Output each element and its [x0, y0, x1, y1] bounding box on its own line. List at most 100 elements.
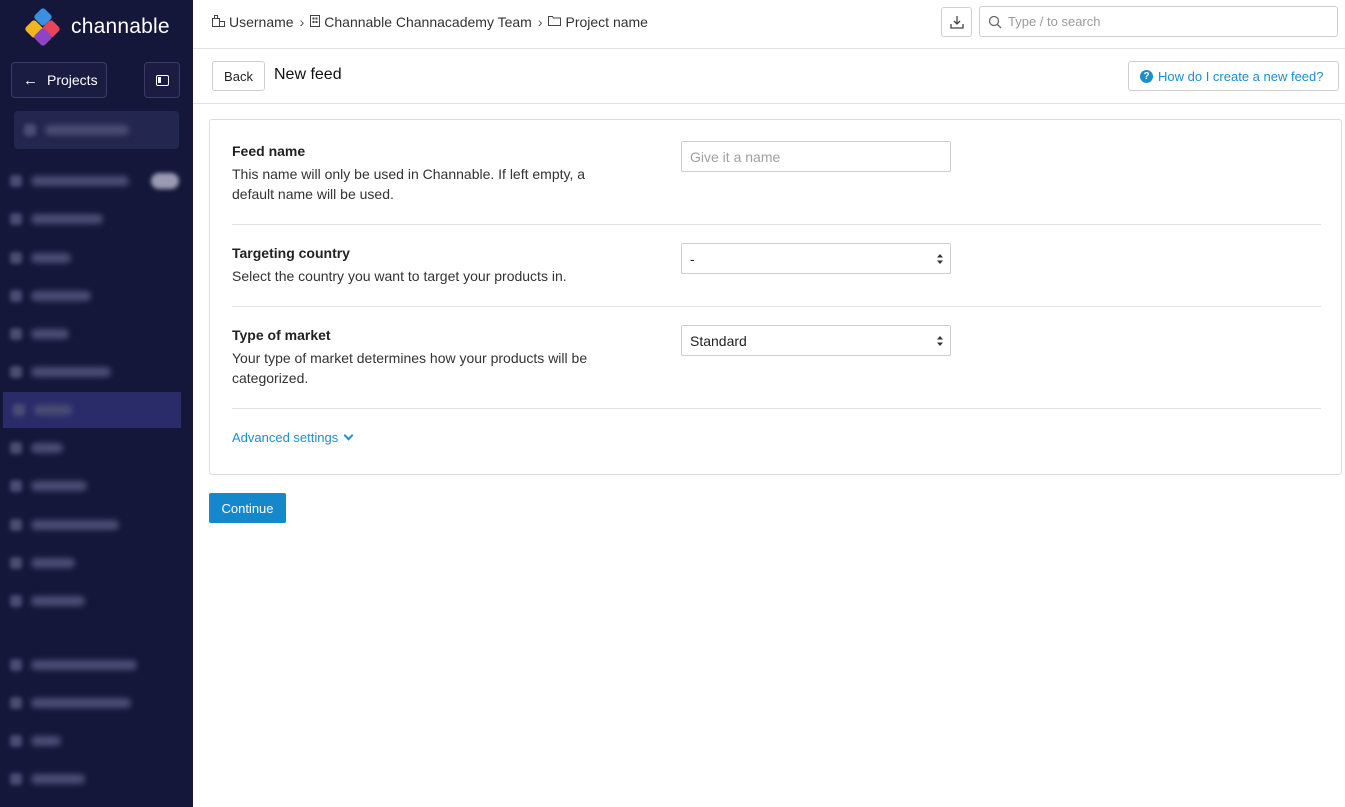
building-icon — [310, 14, 321, 30]
help-link-label: How do I create a new feed? — [1158, 68, 1324, 84]
sidebar-item-badge — [151, 173, 179, 189]
page-header: Back New feed ? How do I create a new fe… — [193, 49, 1345, 104]
help-circle-icon: ? — [1140, 69, 1153, 83]
divider — [232, 306, 1321, 307]
type-of-market-value: Standard — [690, 332, 747, 349]
breadcrumb: Username › Channable Channacademy Team ›… — [212, 14, 648, 30]
divider — [232, 408, 1321, 409]
sidebar-toggle-icon — [155, 74, 169, 86]
feed-name-input[interactable] — [682, 142, 950, 171]
nav-icon — [10, 773, 22, 785]
help-link-button[interactable]: ? How do I create a new feed? — [1128, 61, 1339, 91]
sidebar-item[interactable] — [0, 316, 193, 352]
sidebar-item-label — [31, 481, 87, 491]
channable-logo-icon — [24, 7, 62, 47]
sidebar-project-selector[interactable] — [14, 111, 179, 149]
brand-name: channable — [71, 15, 170, 38]
sidebar-item-label — [31, 660, 137, 670]
continue-button[interactable]: Continue — [209, 493, 286, 523]
page-title: New feed — [274, 66, 342, 83]
nav-icon — [10, 595, 22, 607]
nav-icon — [10, 519, 22, 531]
nav-icon — [10, 557, 22, 569]
sidebar-item-label — [31, 736, 61, 746]
chevron-right-icon: › — [299, 14, 305, 30]
collapse-sidebar-button[interactable] — [144, 62, 180, 98]
sidebar-item[interactable] — [0, 545, 193, 581]
sidebar-item[interactable] — [0, 507, 193, 543]
project-icon — [24, 124, 36, 136]
sidebar-item-label — [31, 291, 91, 301]
sidebar-item-label — [31, 698, 131, 708]
brand-logo[interactable]: channable — [24, 7, 170, 47]
nav-icon — [10, 328, 22, 340]
sidebar-item-label — [31, 520, 119, 530]
nav-icon — [10, 480, 22, 492]
select-arrows-icon — [937, 254, 943, 264]
nav-icon — [10, 442, 22, 454]
nav-icon — [10, 659, 22, 671]
sidebar-item[interactable] — [0, 583, 193, 619]
nav-icon — [10, 290, 22, 302]
sidebar-item[interactable] — [0, 685, 193, 721]
breadcrumb-team[interactable]: Channable Channacademy Team — [324, 14, 532, 30]
targeting-country-value: - — [690, 250, 695, 267]
advanced-settings-label: Advanced settings — [232, 430, 339, 445]
sidebar-item[interactable] — [0, 761, 193, 797]
sidebar-item[interactable] — [0, 201, 193, 237]
targeting-country-description: Select the country you want to target yo… — [232, 268, 567, 284]
advanced-settings-toggle[interactable]: Advanced settings — [232, 430, 354, 445]
sidebar-item[interactable] — [0, 240, 193, 276]
sidebar-item-label — [31, 596, 85, 606]
sidebar-item-label — [34, 405, 72, 415]
new-feed-form-card: Feed name This name will only be used in… — [209, 119, 1342, 475]
sidebar-item[interactable] — [0, 163, 193, 199]
download-icon — [949, 16, 964, 29]
download-button[interactable] — [941, 7, 972, 37]
nav-icon — [10, 366, 22, 378]
nav-icon — [10, 735, 22, 747]
sidebar-item-label — [31, 176, 129, 186]
feed-name-description: This name will only be used in Channable… — [232, 166, 586, 202]
search-input[interactable] — [1008, 14, 1328, 29]
chevron-right-icon: › — [537, 14, 543, 30]
projects-button[interactable]: ← Projects — [11, 62, 107, 98]
nav-icon — [10, 213, 22, 225]
search-box[interactable] — [979, 6, 1338, 37]
back-button[interactable]: Back — [212, 61, 265, 91]
projects-label: Projects — [47, 72, 98, 88]
sidebar-item[interactable] — [0, 723, 193, 759]
user-org-icon — [212, 14, 225, 30]
sidebar-item-label — [31, 329, 69, 339]
type-of-market-description: Your type of market determines how your … — [232, 350, 588, 386]
sidebar-item[interactable] — [0, 278, 193, 314]
sidebar-item-label — [45, 125, 129, 135]
nav-icon — [13, 404, 25, 416]
sidebar-item-label — [31, 443, 63, 453]
folder-icon — [548, 15, 562, 29]
top-bar: Username › Channable Channacademy Team ›… — [193, 0, 1345, 49]
nav-icon — [10, 697, 22, 709]
select-arrows-icon — [937, 336, 943, 346]
chevron-down-icon — [343, 430, 354, 441]
sidebar-item-label — [31, 214, 103, 224]
search-icon — [988, 15, 1002, 28]
breadcrumb-user[interactable]: Username — [229, 14, 294, 30]
feed-name-field[interactable] — [681, 141, 951, 172]
sidebar-item-label — [31, 774, 85, 784]
sidebar-item[interactable] — [0, 430, 193, 466]
type-of-market-select[interactable]: Standard — [681, 325, 951, 356]
sidebar-item[interactable] — [0, 647, 193, 683]
sidebar: channable ← Projects — [0, 0, 193, 807]
targeting-country-select[interactable]: - — [681, 243, 951, 274]
arrow-left-icon: ← — [23, 71, 38, 89]
nav-icon — [10, 252, 22, 264]
sidebar-item[interactable] — [0, 354, 193, 390]
sidebar-item-label — [31, 253, 71, 263]
sidebar-item-label — [31, 367, 111, 377]
sidebar-item-label — [31, 558, 75, 568]
sidebar-item-feeds-active[interactable] — [3, 392, 181, 428]
breadcrumb-project[interactable]: Project name — [565, 14, 647, 30]
sidebar-item[interactable] — [0, 468, 193, 504]
nav-icon — [10, 175, 22, 187]
